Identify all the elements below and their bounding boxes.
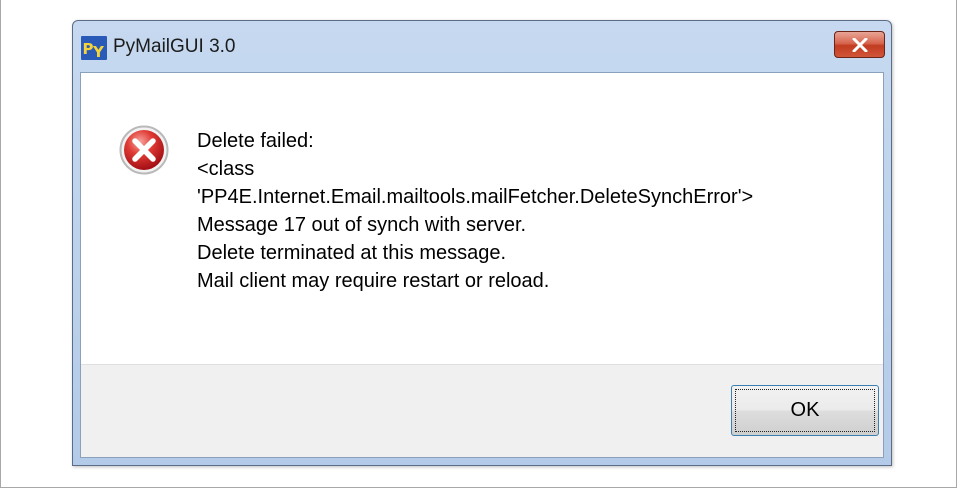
close-x-icon <box>852 37 867 52</box>
message-line: Delete failed: <box>197 130 314 152</box>
ok-button[interactable]: OK <box>731 385 879 436</box>
message-area: Delete failed: <class 'PP4E.Internet.Ema… <box>81 73 883 364</box>
error-icon <box>119 125 169 175</box>
message-line: Delete terminated at this message. <box>197 242 507 264</box>
message-line: <class <box>197 158 255 180</box>
ok-button-label: OK <box>790 399 820 421</box>
title-bar[interactable]: P Y PyMailGUI 3.0 <box>73 21 891 72</box>
button-area: OK <box>81 364 883 457</box>
window-title: PyMailGUI 3.0 <box>113 36 236 57</box>
message-line: Mail client may require restart or reloa… <box>197 270 550 292</box>
python-py-icon: P Y <box>81 36 107 60</box>
dialog-window: P Y PyMailGUI 3.0 Delete failed: <class … <box>72 20 892 466</box>
svg-text:P: P <box>83 40 94 58</box>
dialog-client: Delete failed: <class 'PP4E.Internet.Ema… <box>80 72 884 458</box>
message-line: 'PP4E.Internet.Email.mailtools.mailFetch… <box>197 186 754 208</box>
error-message: Delete failed: <class 'PP4E.Internet.Ema… <box>197 127 753 295</box>
message-line: Message 17 out of synch with server. <box>197 214 527 236</box>
svg-text:Y: Y <box>92 43 105 60</box>
close-button[interactable] <box>834 31 885 58</box>
